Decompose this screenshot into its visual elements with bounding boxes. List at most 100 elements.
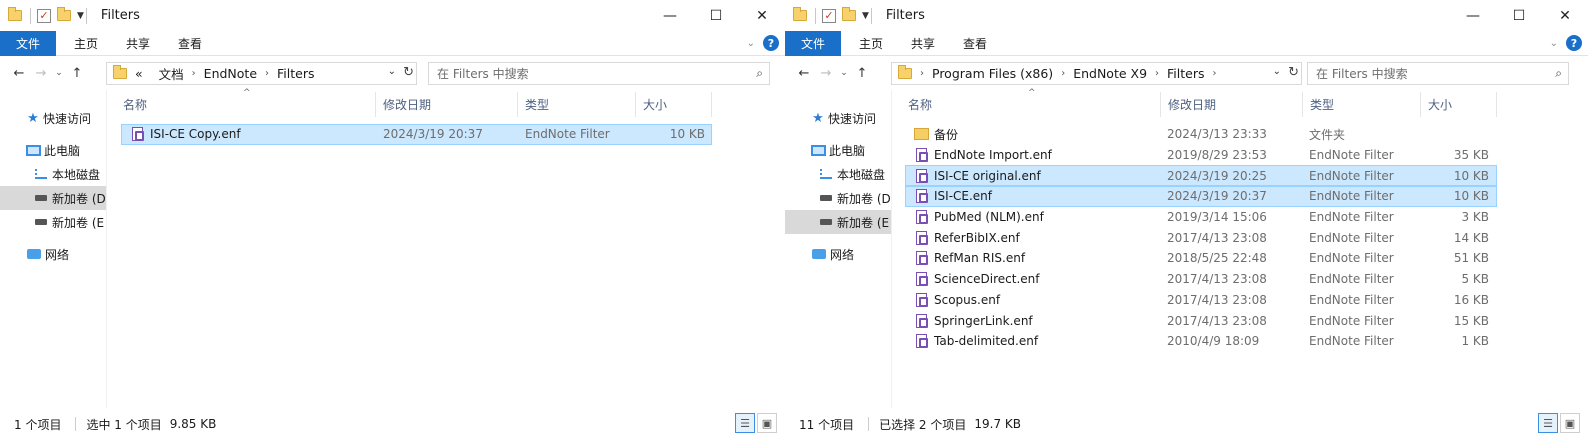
folder-icon xyxy=(898,65,912,79)
details-view-icon[interactable]: ☰ xyxy=(735,413,755,433)
breadcrumb-item[interactable]: EndNote xyxy=(204,66,257,81)
sidebar-item-this-pc[interactable]: 此电脑 xyxy=(785,138,891,162)
address-bar[interactable]: « 文档 › EndNote › Filters ⌄ ↻ xyxy=(106,62,417,85)
tab-share[interactable]: 共享 xyxy=(112,31,164,56)
details-view-icon[interactable]: ☰ xyxy=(1538,413,1558,433)
sidebar-item-quick-access[interactable]: ★ 快速访问 xyxy=(0,106,106,130)
breadcrumb-item[interactable]: Filters xyxy=(277,66,314,81)
forward-icon[interactable]: → xyxy=(30,66,52,81)
sidebar-item-local-disk[interactable]: 本地磁盘 xyxy=(0,162,106,186)
column-name[interactable]: 名称 xyxy=(116,92,376,117)
search-icon[interactable]: ⌕ xyxy=(1555,66,1562,81)
chevron-right-icon[interactable]: › xyxy=(265,68,269,79)
column-name[interactable]: 名称 xyxy=(901,92,1161,117)
new-folder-icon[interactable] xyxy=(842,7,856,21)
chevron-right-icon[interactable]: › xyxy=(920,68,924,79)
minimize-icon[interactable]: — xyxy=(1450,0,1496,31)
column-size[interactable]: 大小 xyxy=(1421,92,1497,117)
ribbon: 文件 主页 共享 查看 ⌄ ? xyxy=(0,30,785,56)
quick-access-star-icon: ★ xyxy=(27,110,39,126)
chevron-right-icon[interactable]: › xyxy=(192,68,196,79)
chevron-right-icon[interactable]: › xyxy=(1155,68,1159,79)
chevron-right-icon[interactable]: › xyxy=(1213,68,1217,79)
refresh-icon[interactable]: ↻ xyxy=(403,65,414,80)
expand-ribbon-icon[interactable]: ⌄ xyxy=(1550,38,1558,49)
back-icon[interactable]: ← xyxy=(8,66,30,81)
sidebar-item-drive-e[interactable]: 新加卷 (E xyxy=(0,210,106,234)
close-icon[interactable]: ✕ xyxy=(1542,0,1588,31)
maximize-icon[interactable]: ☐ xyxy=(693,0,739,31)
properties-icon[interactable]: ✓ xyxy=(822,8,836,23)
tab-home[interactable]: 主页 xyxy=(845,31,897,56)
sidebar-item-quick-access[interactable]: ★ 快速访问 xyxy=(785,106,891,130)
column-type[interactable]: 类型 xyxy=(518,92,636,117)
search-icon[interactable]: ⌕ xyxy=(756,66,763,81)
address-bar[interactable]: › Program Files (x86) › EndNote X9 › Fil… xyxy=(891,62,1302,85)
column-date-modified[interactable]: 修改日期 xyxy=(1161,92,1303,117)
up-icon[interactable]: ↑ xyxy=(851,66,873,81)
window-title: Filters xyxy=(885,8,925,23)
search-input[interactable]: 在 Filters 中搜索 ⌕ xyxy=(428,62,770,85)
table-row[interactable]: ISI-CE Copy.enf 2024/3/19 20:37 EndNote … xyxy=(121,124,712,145)
chevron-right-icon[interactable]: › xyxy=(1061,68,1065,79)
tab-share[interactable]: 共享 xyxy=(897,31,949,56)
sidebar-item-network[interactable]: 网络 xyxy=(0,242,106,266)
expand-ribbon-icon[interactable]: ⌄ xyxy=(747,38,755,49)
table-row[interactable]: ScienceDirect.enf 2017/4/13 23:08 EndNote … xyxy=(905,269,1497,290)
properties-icon[interactable]: ✓ xyxy=(37,8,51,23)
folder-row[interactable]: 备份 2024/3/13 23:33 文件夹 xyxy=(905,124,1497,145)
breadcrumb-item[interactable]: 文档 xyxy=(159,64,184,83)
recent-locations-icon[interactable]: ⌄ xyxy=(837,68,851,78)
table-row[interactable]: RefMan RIS.enf 2018/5/25 22:48 EndNote Fil… xyxy=(905,248,1497,269)
large-icons-view-icon[interactable]: ▣ xyxy=(757,413,777,433)
sidebar-item-network[interactable]: 网络 xyxy=(785,242,891,266)
table-row[interactable]: SpringerLink.enf 2017/4/13 23:08 EndNote F… xyxy=(905,310,1497,331)
sidebar-item-this-pc[interactable]: 此电脑 xyxy=(0,138,106,162)
table-row[interactable]: ISI-CE.enf 2024/3/19 20:37 EndNote Filter 1… xyxy=(905,186,1497,207)
refresh-icon[interactable]: ↻ xyxy=(1288,65,1299,80)
tab-view[interactable]: 查看 xyxy=(949,31,1001,56)
table-row[interactable]: Tab-delimited.enf 2010/4/9 18:09 EndNote F… xyxy=(905,331,1497,352)
table-row[interactable]: PubMed (NLM).enf 2019/3/14 15:06 EndNote F… xyxy=(905,207,1497,228)
sidebar-item-drive-d[interactable]: 新加卷 (D xyxy=(0,186,106,210)
search-input[interactable]: 在 Filters 中搜索 ⌕ xyxy=(1307,62,1569,85)
breadcrumb-item[interactable]: EndNote X9 xyxy=(1073,66,1147,81)
recent-locations-icon[interactable]: ⌄ xyxy=(52,68,66,78)
sidebar-item-local-disk[interactable]: 本地磁盘 xyxy=(785,162,891,186)
file-name: PubMed (NLM).enf xyxy=(934,210,1044,225)
column-size[interactable]: 大小 xyxy=(636,92,712,117)
file-type: EndNote Filter xyxy=(1309,230,1394,245)
new-folder-icon[interactable] xyxy=(57,7,71,21)
sidebar-item-drive-d[interactable]: 新加卷 (D xyxy=(785,186,891,210)
table-row[interactable]: Scopus.enf 2017/4/13 23:08 EndNote Filter 1… xyxy=(905,290,1497,311)
help-icon[interactable]: ? xyxy=(763,35,779,51)
help-icon[interactable]: ? xyxy=(1566,35,1582,51)
up-icon[interactable]: ↑ xyxy=(66,66,88,81)
close-icon[interactable]: ✕ xyxy=(739,0,785,31)
tab-view[interactable]: 查看 xyxy=(164,31,216,56)
customize-toolbar-icon[interactable]: ▼ xyxy=(77,11,84,21)
customize-toolbar-icon[interactable]: ▼ xyxy=(862,11,869,21)
selection-count: 选中 1 个项目 xyxy=(86,417,162,432)
sidebar-item-drive-e[interactable]: 新加卷 (E xyxy=(785,210,891,234)
quick-access-toolbar: ✓ ▼ xyxy=(793,7,878,24)
large-icons-view-icon[interactable]: ▣ xyxy=(1560,413,1580,433)
forward-icon[interactable]: → xyxy=(815,66,837,81)
breadcrumb-overflow[interactable]: « xyxy=(135,66,143,81)
table-row[interactable]: ReferBibIX.enf 2017/4/13 23:08 EndNote Fil… xyxy=(905,227,1497,248)
table-row[interactable]: ISI-CE original.enf 2024/3/19 20:25 EndNot… xyxy=(905,165,1497,187)
maximize-icon[interactable]: ☐ xyxy=(1496,0,1542,31)
column-date-modified[interactable]: 修改日期 xyxy=(376,92,518,117)
table-row[interactable]: EndNote Import.enf 2019/8/29 23:53 EndNote… xyxy=(905,145,1497,166)
tab-file[interactable]: 文件 xyxy=(785,30,842,56)
tab-file[interactable]: 文件 xyxy=(0,30,57,56)
minimize-icon[interactable]: — xyxy=(647,0,693,31)
column-type[interactable]: 类型 xyxy=(1303,92,1421,117)
address-dropdown-icon[interactable]: ⌄ xyxy=(1273,66,1281,77)
breadcrumb-item[interactable]: Program Files (x86) xyxy=(932,66,1053,81)
tab-home[interactable]: 主页 xyxy=(60,31,112,56)
date-modified: 2018/5/25 22:48 xyxy=(1167,251,1267,266)
breadcrumb-item[interactable]: Filters xyxy=(1167,66,1204,81)
address-dropdown-icon[interactable]: ⌄ xyxy=(388,66,396,77)
back-icon[interactable]: ← xyxy=(793,66,815,81)
